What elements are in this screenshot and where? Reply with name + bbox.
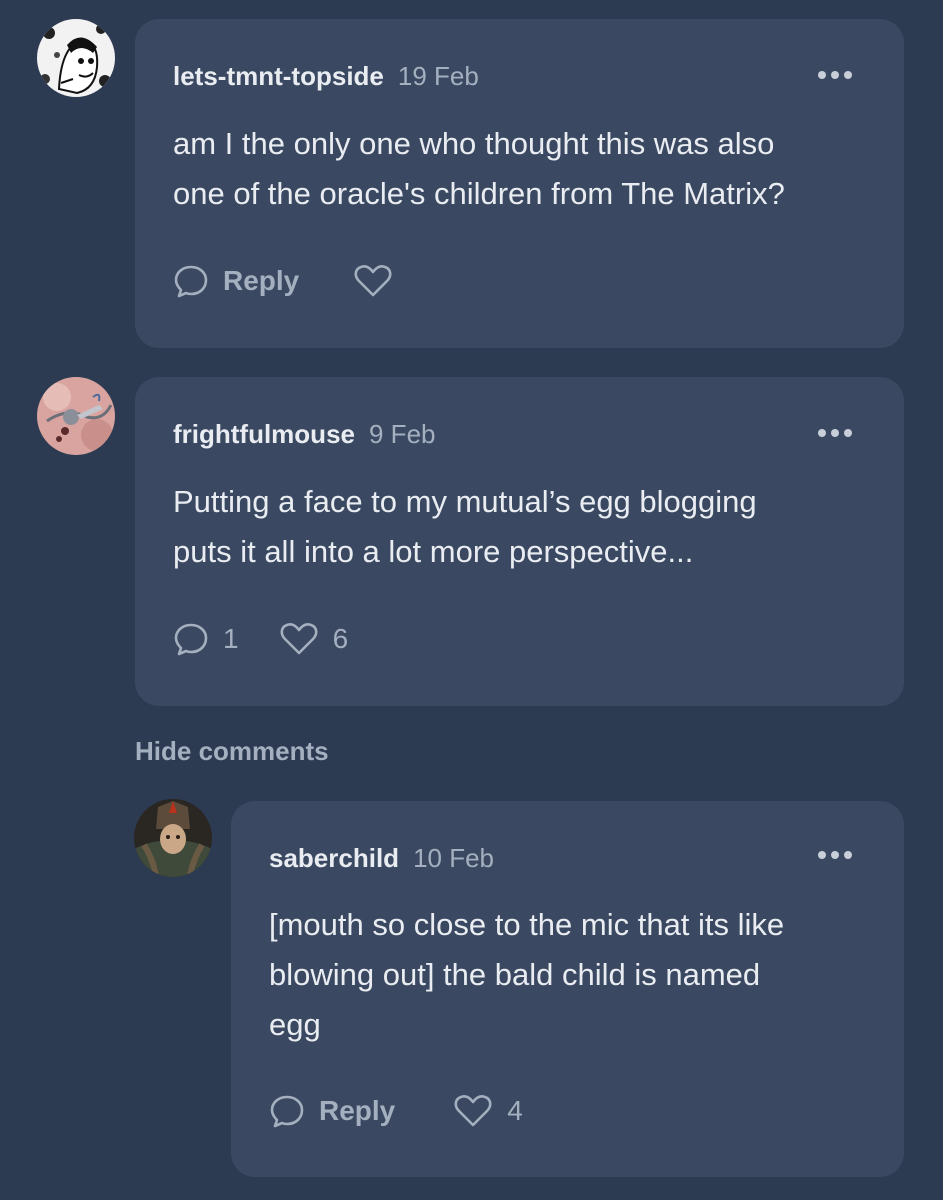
username[interactable]: lets-tmnt-topside — [173, 61, 384, 92]
dot — [831, 71, 839, 79]
comment-date[interactable]: 10 Feb — [413, 843, 494, 874]
pink-illustrated-avatar-icon — [37, 377, 115, 455]
reply-label: Reply — [319, 1095, 396, 1126]
like-count: 6 — [332, 623, 349, 654]
hide-comments-button[interactable]: Hide comments — [135, 736, 329, 767]
reply-button[interactable]: Reply — [173, 263, 299, 299]
more-options-button[interactable] — [818, 71, 852, 79]
username[interactable]: saberchild — [269, 843, 399, 874]
heart-icon — [354, 265, 392, 297]
like-button[interactable]: 6 — [279, 621, 349, 657]
dot — [844, 71, 852, 79]
more-options-button[interactable] — [818, 851, 852, 859]
comment-text: am I the only one who thought this was a… — [173, 126, 785, 211]
dot — [831, 429, 839, 437]
bw-illustrated-avatar-icon — [37, 19, 115, 97]
dot — [818, 851, 826, 859]
heart-icon — [280, 623, 318, 655]
comment-card: lets-tmnt-topside 19 Feb am I the only o… — [135, 19, 904, 348]
reply-count: 1 — [223, 623, 239, 654]
more-options-button[interactable] — [818, 429, 852, 437]
speech-bubble-icon — [174, 623, 208, 656]
comment-header: frightfulmouse 9 Feb — [173, 419, 436, 450]
like-button[interactable]: 4 — [453, 1093, 523, 1129]
comment-card: frightfulmouse 9 Feb Putting a face to m… — [135, 377, 904, 706]
comment-text: [mouth so close to the mic that its like… — [269, 907, 785, 1042]
avatar[interactable] — [37, 377, 115, 455]
avatar[interactable] — [134, 799, 212, 877]
speech-bubble-icon — [270, 1095, 304, 1128]
dot — [818, 71, 826, 79]
username[interactable]: frightfulmouse — [173, 419, 355, 450]
comment-text: Putting a face to my mutual’s egg bloggi… — [173, 484, 757, 569]
reply-button[interactable]: Reply — [269, 1093, 395, 1129]
comment-header: saberchild 10 Feb — [269, 843, 494, 874]
comment-date[interactable]: 9 Feb — [369, 419, 436, 450]
like-count: 4 — [507, 1095, 523, 1126]
comment-header: lets-tmnt-topside 19 Feb — [173, 61, 479, 92]
avatar[interactable] — [37, 19, 115, 97]
comment-actions: Reply — [173, 263, 393, 299]
dot — [831, 851, 839, 859]
comment-actions: 1 6 — [173, 621, 348, 657]
heart-icon — [454, 1095, 492, 1127]
reply-label: Reply — [223, 265, 300, 296]
reply-card: saberchild 10 Feb [mouth so close to the… — [231, 801, 904, 1177]
like-button[interactable] — [353, 263, 393, 299]
dot — [844, 429, 852, 437]
speech-bubble-icon — [174, 265, 208, 298]
dot — [844, 851, 852, 859]
comment-date[interactable]: 19 Feb — [398, 61, 479, 92]
armored-character-avatar-icon — [134, 799, 212, 877]
dot — [818, 429, 826, 437]
comment-actions: Reply 4 — [269, 1093, 523, 1129]
replies-button[interactable]: 1 — [173, 621, 239, 657]
